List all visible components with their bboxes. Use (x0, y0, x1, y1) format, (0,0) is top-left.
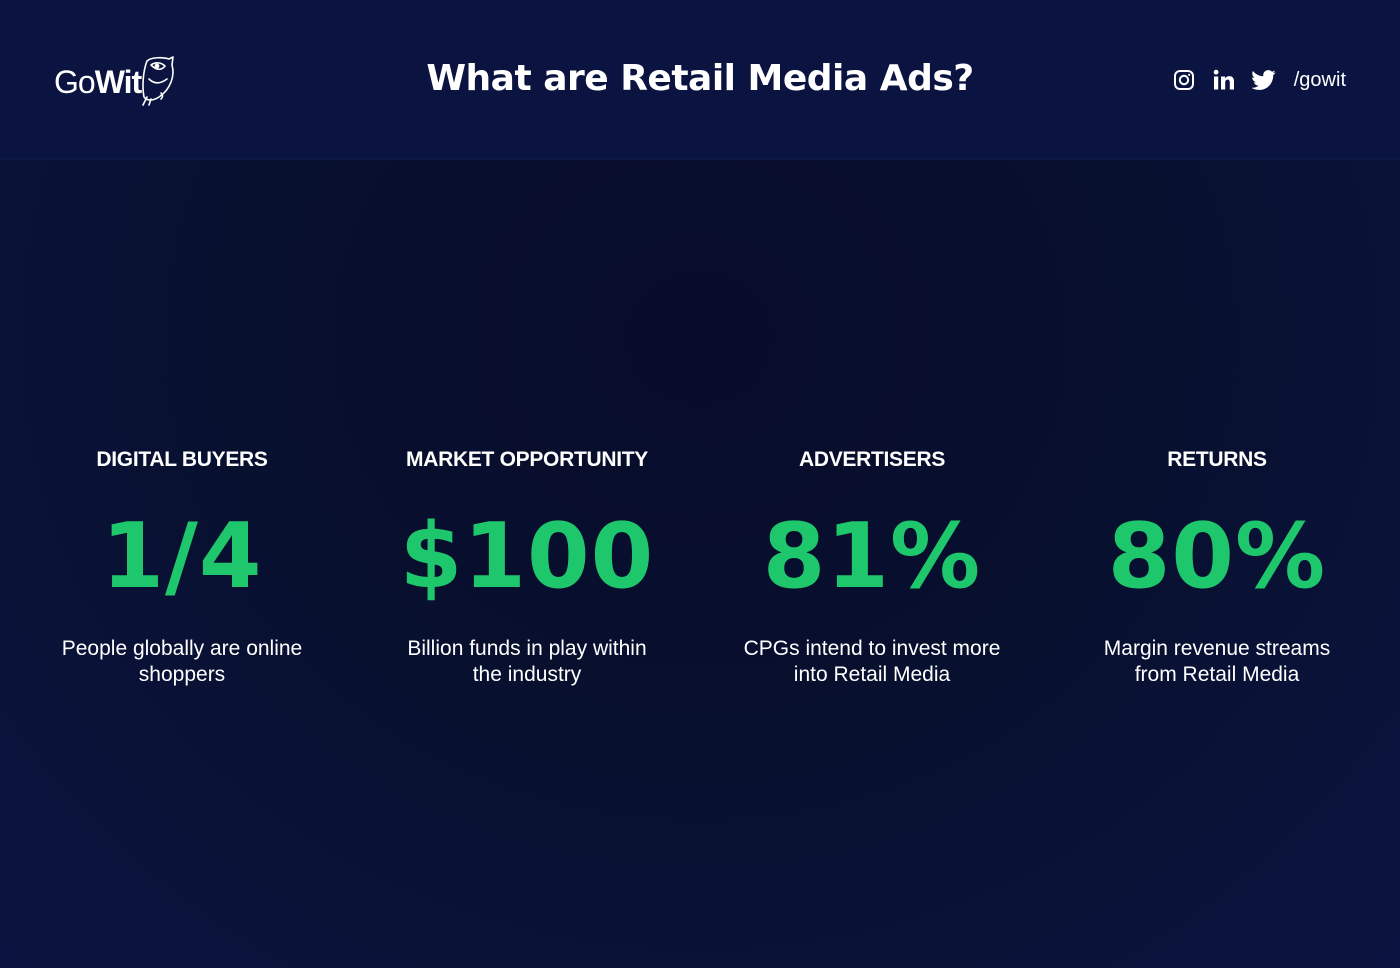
stat-label: ADVERTISERS (798, 448, 946, 471)
stat-value: 80% (1107, 504, 1327, 609)
stat-value: 1/4 (101, 504, 263, 609)
stat-label: MARKET OPPORTUNITY (406, 448, 648, 471)
social-links: /gowit (1172, 64, 1346, 96)
stat-description: People globally are online shoppers (61, 637, 303, 686)
instagram-icon[interactable] (1172, 68, 1196, 92)
social-handle[interactable]: /gowit (1294, 69, 1346, 92)
linkedin-icon[interactable] (1212, 68, 1236, 92)
stat-description: Margin revenue streams from Retail Media (1103, 637, 1331, 686)
stat-label: RETURNS (1167, 448, 1267, 471)
twitter-icon[interactable] (1251, 68, 1276, 92)
stat-advertisers: ADVERTISERS 81% CPGs intend to invest mo… (722, 444, 1022, 688)
stat-description: CPGs intend to invest more into Retail M… (743, 637, 1001, 686)
stats-row: DIGITAL BUYERS 1/4 People globally are o… (0, 444, 1400, 704)
stat-value: $100 (399, 504, 655, 609)
stat-label: DIGITAL BUYERS (96, 448, 268, 471)
stat-returns: RETURNS 80% Margin revenue streams from … (1067, 444, 1367, 688)
stat-digital-buyers: DIGITAL BUYERS 1/4 People globally are o… (32, 444, 332, 688)
header-bar: GoWit What are Retail Media Ads? /gowit (0, 0, 1400, 160)
stat-description: Billion funds in play within the industr… (407, 637, 647, 686)
stat-value: 81% (762, 504, 982, 609)
stat-market-opportunity: MARKET OPPORTUNITY $100 Billion funds in… (377, 444, 677, 688)
